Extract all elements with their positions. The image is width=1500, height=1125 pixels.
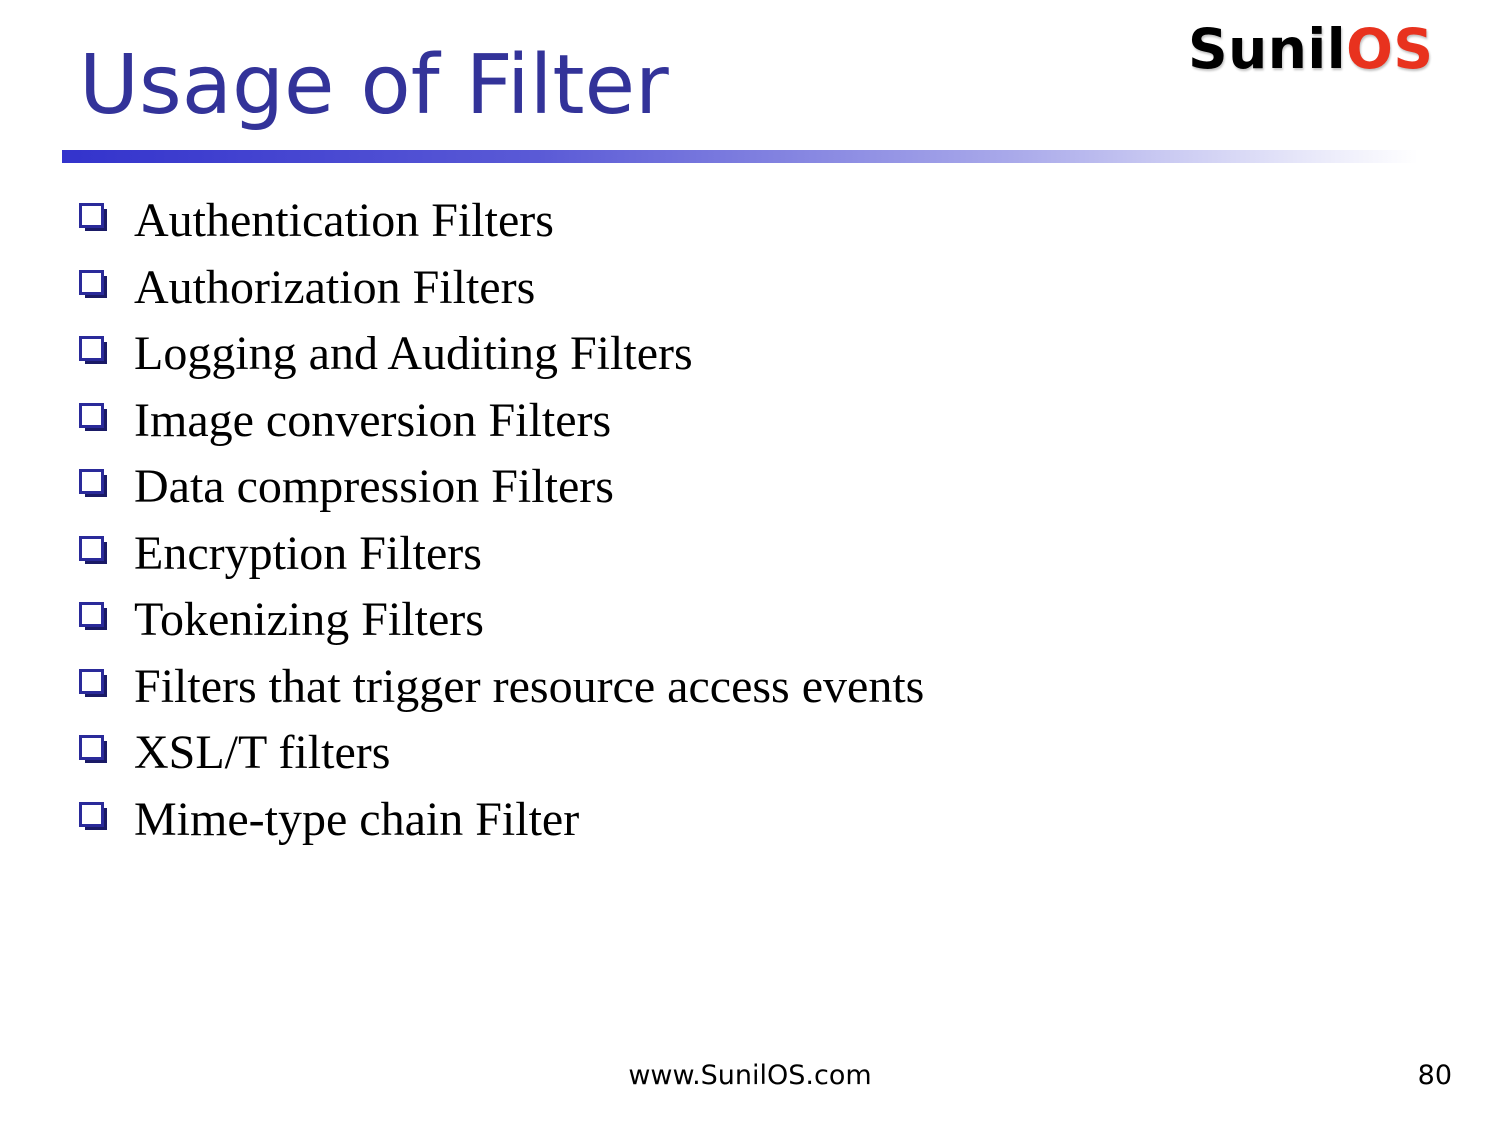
slide-title: Usage of Filter [79, 38, 669, 133]
bullet-text: Data compression Filters [134, 460, 614, 514]
bullet-item: Data compression Filters [79, 454, 924, 521]
bullet-text: Authorization Filters [134, 260, 536, 314]
bullet-text: XSL/T filters [134, 726, 391, 780]
bullet-text: Authentication Filters [134, 194, 554, 248]
bullet-item: Logging and Auditing Filters [79, 321, 924, 388]
checkbox-icon [79, 602, 107, 631]
bullet-item: Tokenizing Filters [79, 587, 924, 654]
checkbox-icon [79, 801, 107, 830]
checkbox-icon [79, 402, 107, 431]
bullet-item: Image conversion Filters [79, 388, 924, 455]
bullet-text: Image conversion Filters [134, 393, 612, 447]
logo-text-sunil: Sunil [1188, 17, 1347, 81]
title-underline-rule [62, 150, 1418, 163]
sunilos-logo: SunilOS [1188, 14, 1434, 84]
logo-text-os: OS [1346, 17, 1434, 81]
bullet-text: Filters that trigger resource access eve… [134, 659, 925, 713]
bullet-item: Authentication Filters [79, 188, 924, 255]
footer-url: www.SunilOS.com [628, 1060, 872, 1091]
bullet-item: Filters that trigger resource access eve… [79, 654, 924, 721]
bullet-item: XSL/T filters [79, 720, 924, 787]
bullet-item: Encryption Filters [79, 521, 924, 588]
checkbox-icon [79, 469, 107, 498]
bullet-list: Authentication Filters Authorization Fil… [79, 188, 924, 853]
checkbox-icon [79, 735, 107, 764]
checkbox-icon [79, 269, 107, 298]
bullet-item: Mime-type chain Filter [79, 787, 924, 854]
slide: Usage of Filter SunilOS Authentication F… [0, 0, 1500, 1125]
bullet-item: Authorization Filters [79, 255, 924, 322]
checkbox-icon [79, 336, 107, 365]
checkbox-icon [79, 668, 107, 697]
bullet-text: Tokenizing Filters [134, 593, 484, 647]
bullet-text: Mime-type chain Filter [134, 792, 580, 846]
bullet-text: Encryption Filters [134, 526, 482, 580]
bullet-text: Logging and Auditing Filters [134, 327, 693, 381]
page-number: 80 [1417, 1060, 1452, 1091]
checkbox-icon [79, 203, 107, 232]
checkbox-icon [79, 535, 107, 564]
